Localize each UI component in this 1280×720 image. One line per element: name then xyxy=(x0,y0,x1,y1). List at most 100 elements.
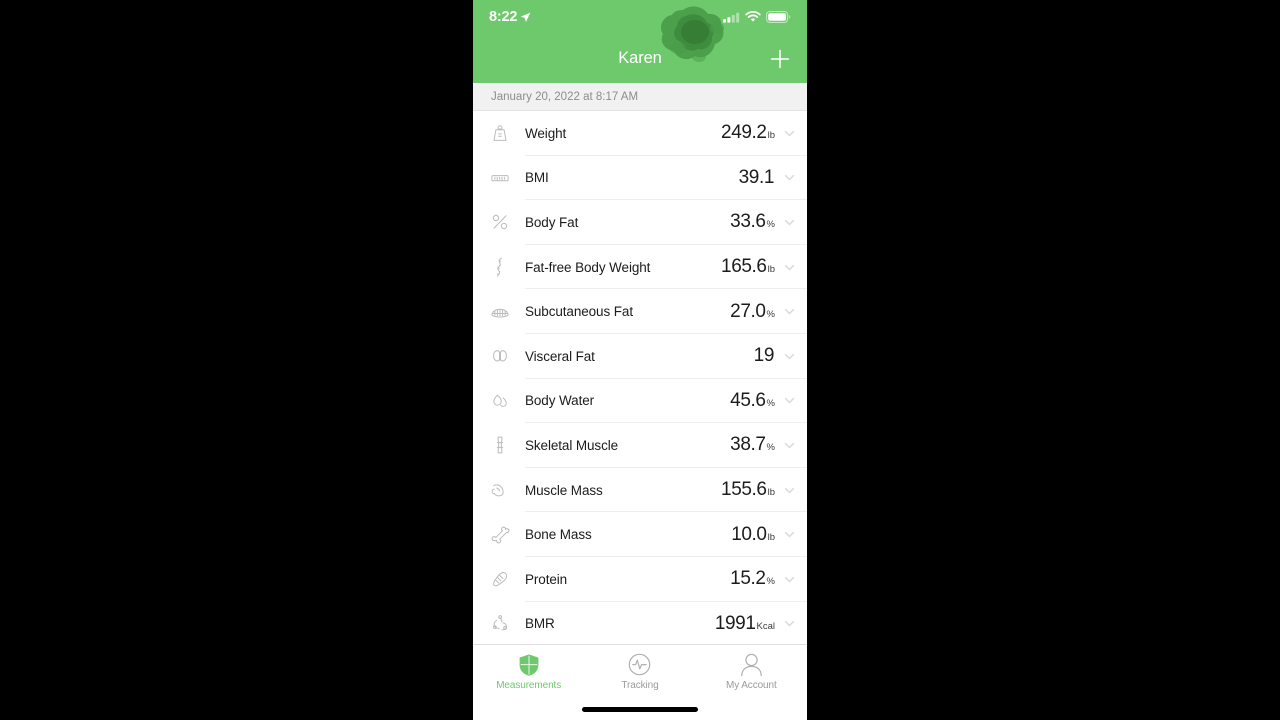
measurement-unit: % xyxy=(766,397,775,409)
measurement-label: Protein xyxy=(525,571,568,587)
flexed-bicep-icon xyxy=(487,477,513,503)
measurement-label: BMR xyxy=(525,616,555,632)
measurement-unit: % xyxy=(766,308,775,320)
measurement-label: Skeletal Muscle xyxy=(525,437,619,453)
chevron-down-icon[interactable] xyxy=(781,528,797,541)
measurement-value: 27.0% xyxy=(730,301,775,323)
chevron-down-icon[interactable] xyxy=(781,573,797,586)
measurement-row[interactable]: Skeletal Muscle 38.7% xyxy=(473,423,807,468)
chevron-down-icon[interactable] xyxy=(781,439,797,452)
measurement-value: 10.0 lb xyxy=(731,524,775,546)
measurement-value: 45.6% xyxy=(730,390,775,412)
measurement-label: Fat-free Body Weight xyxy=(525,259,651,275)
measurement-number: 155.6 xyxy=(721,479,767,501)
date-section-header: January 20, 2022 at 8:17 AM xyxy=(473,83,807,111)
screen-letterbox: 8:22 Karen January 20, 2022 at 8:17 AM W… xyxy=(0,0,1280,720)
measurement-label: Muscle Mass xyxy=(525,482,603,498)
weight-scale-icon xyxy=(487,120,513,146)
measurement-value: 19 xyxy=(754,345,775,367)
measurement-number: 38.7 xyxy=(730,434,766,456)
measurement-unit: lb xyxy=(767,130,775,142)
app-header: 8:22 Karen xyxy=(473,0,807,83)
ruler-icon xyxy=(487,165,513,191)
measurement-unit: Kcal xyxy=(756,620,775,632)
measurement-list: Weight 249.2 lb BMI 39.1 Body Fat 33.6% Fat-fre… xyxy=(473,111,807,647)
tab-label: Measurements xyxy=(496,680,562,691)
measurement-value: 15.2% xyxy=(730,568,775,590)
location-arrow-icon xyxy=(520,12,531,22)
wifi-icon xyxy=(745,11,761,22)
cellular-signal-icon xyxy=(723,12,740,23)
measurement-number: 165.6 xyxy=(721,256,767,278)
pulse-circle-icon xyxy=(628,652,651,677)
chevron-down-icon[interactable] xyxy=(781,394,797,407)
tab-tracking[interactable]: Tracking xyxy=(584,652,695,691)
percent-icon xyxy=(487,209,513,235)
measurement-row[interactable]: Visceral Fat 19 xyxy=(473,333,807,379)
measurement-row[interactable]: Body Fat 33.6% xyxy=(473,200,807,245)
bone-joint-icon xyxy=(487,432,513,458)
measurement-row[interactable]: BMI 39.1 xyxy=(473,155,807,201)
tab-measurements[interactable]: Measurements xyxy=(473,652,584,691)
measurement-number: 10.0 xyxy=(731,523,767,545)
measurement-row[interactable]: Bone Mass 10.0 lb xyxy=(473,512,807,557)
measurement-value: 249.2 lb xyxy=(721,122,775,144)
battery-icon xyxy=(766,11,791,23)
metabolism-icon xyxy=(487,611,513,637)
chevron-down-icon[interactable] xyxy=(781,127,797,140)
chevron-down-icon[interactable] xyxy=(781,350,797,363)
measurement-label: BMI xyxy=(525,170,549,186)
measurement-row[interactable]: Protein 15.2% xyxy=(473,556,807,602)
measurement-number: 39.1 xyxy=(738,166,775,188)
chevron-down-icon[interactable] xyxy=(781,261,797,274)
status-bar-left: 8:22 xyxy=(489,9,531,25)
measurement-value: 33.6% xyxy=(730,211,775,233)
phone-screen: 8:22 Karen January 20, 2022 at 8:17 AM W… xyxy=(473,0,807,720)
measurement-unit: % xyxy=(766,442,775,454)
measurement-label: Bone Mass xyxy=(525,527,592,543)
fat-layer-icon xyxy=(487,299,513,325)
measurement-label: Weight xyxy=(525,125,567,141)
organs-icon xyxy=(487,343,513,369)
measurement-value: 165.6 lb xyxy=(721,256,775,278)
status-bar-right xyxy=(723,11,791,23)
measurement-unit: lb xyxy=(767,264,775,276)
add-measurement-button[interactable] xyxy=(763,42,797,76)
chevron-down-icon[interactable] xyxy=(781,617,797,630)
person-icon xyxy=(740,652,763,677)
measurement-unit: % xyxy=(766,219,775,231)
chevron-down-icon[interactable] xyxy=(781,484,797,497)
status-bar: 8:22 xyxy=(473,0,807,34)
measurement-row[interactable]: Subcutaneous Fat 27.0% xyxy=(473,289,807,334)
body-outline-icon xyxy=(487,254,513,280)
bone-icon xyxy=(487,522,513,548)
plus-icon xyxy=(770,49,790,68)
shield-icon xyxy=(518,652,540,677)
measurement-label: Visceral Fat xyxy=(525,348,595,364)
measurement-row[interactable]: BMR 1991 Kcal xyxy=(473,601,807,647)
measurement-number: 27.0 xyxy=(730,300,766,322)
measurement-number: 249.2 xyxy=(721,122,767,144)
measurement-number: 45.6 xyxy=(730,389,766,411)
measurement-row[interactable]: Fat-free Body Weight 165.6 lb xyxy=(473,244,807,290)
measurement-unit: lb xyxy=(767,487,775,499)
chevron-down-icon[interactable] xyxy=(781,305,797,318)
measurement-number: 33.6 xyxy=(730,211,766,233)
tab-my-account[interactable]: My Account xyxy=(696,652,807,691)
measurement-value: 1991 Kcal xyxy=(715,613,775,635)
chevron-down-icon[interactable] xyxy=(781,216,797,229)
chevron-down-icon[interactable] xyxy=(781,171,797,184)
measurement-label: Body Fat xyxy=(525,214,579,230)
measurement-row[interactable]: Muscle Mass 155.6 lb xyxy=(473,467,807,513)
tab-label: My Account xyxy=(725,680,777,691)
measurement-row[interactable]: Body Water 45.6% xyxy=(473,378,807,424)
measurement-value: 38.7% xyxy=(730,434,775,456)
protein-molecule-icon xyxy=(487,566,513,592)
page-title: Karen xyxy=(618,49,662,67)
water-drop-icon xyxy=(487,388,513,414)
measurement-number: 19 xyxy=(753,345,775,367)
status-time: 8:22 xyxy=(489,9,518,25)
measurement-unit: lb xyxy=(767,531,775,543)
measurement-row[interactable]: Weight 249.2 lb xyxy=(473,111,807,156)
date-label: January 20, 2022 at 8:17 AM xyxy=(491,90,639,103)
